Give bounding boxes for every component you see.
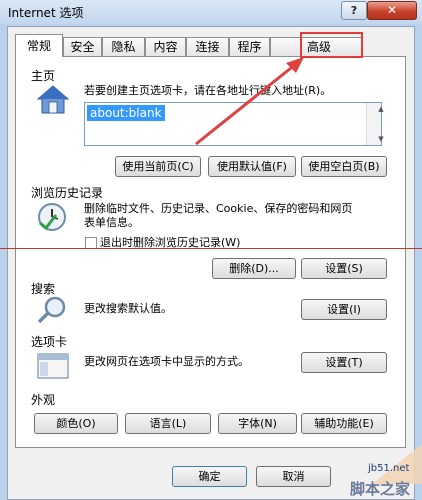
annotation-arrow-icon [195, 57, 304, 146]
watermark-site: jb51.net [368, 463, 410, 474]
watermark-brand: 脚本之家 [350, 480, 411, 498]
